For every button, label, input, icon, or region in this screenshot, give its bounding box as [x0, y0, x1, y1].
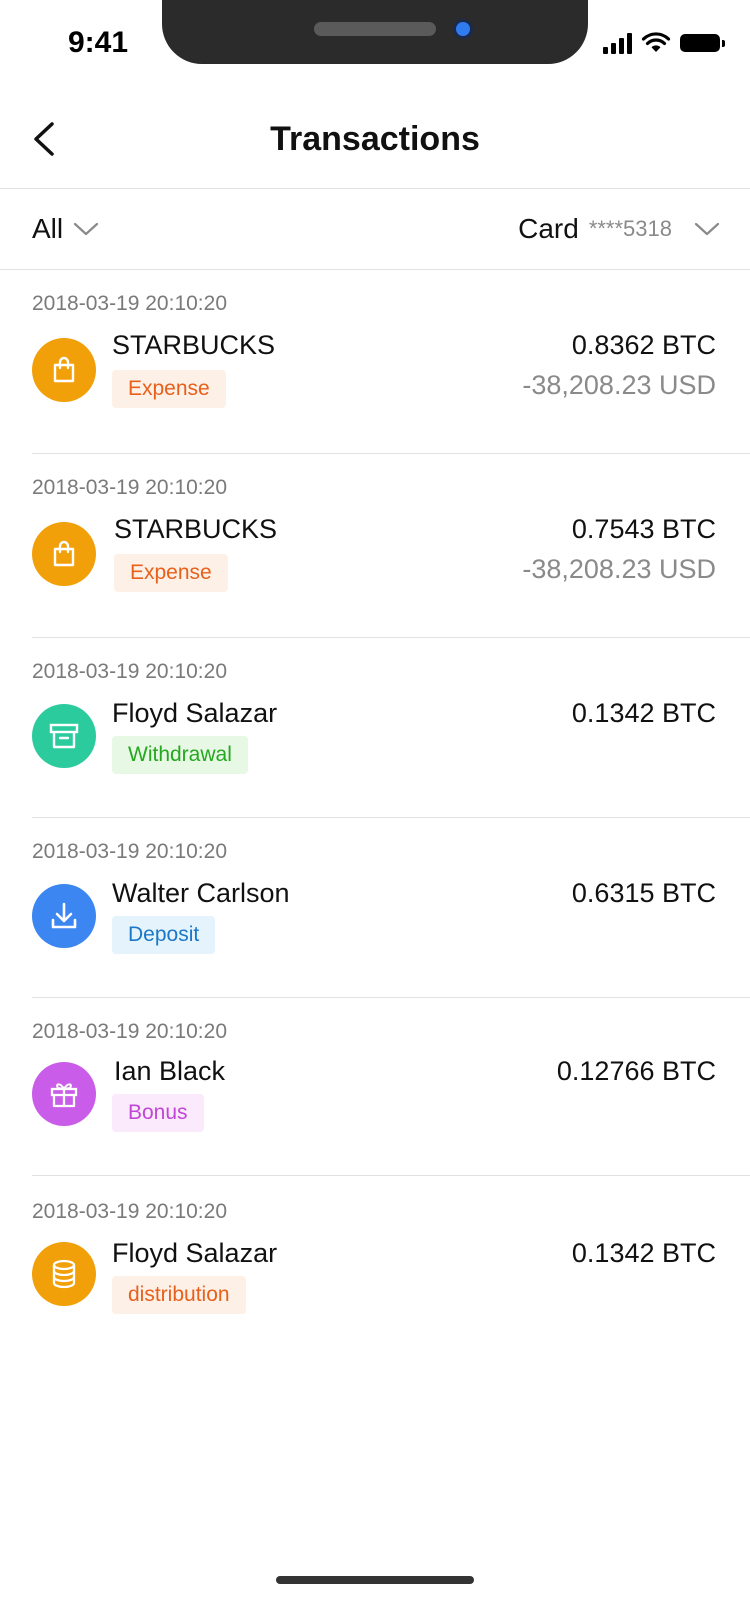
transaction-name: Floyd Salazar	[112, 698, 278, 728]
download-icon	[32, 884, 96, 948]
transaction-type-badge: Expense	[112, 370, 226, 408]
transaction-date: 2018-03-19 20:10:20	[32, 292, 227, 315]
speaker-grille	[314, 22, 436, 36]
battery-icon	[680, 34, 725, 52]
transaction-date: 2018-03-19 20:10:20	[32, 660, 227, 683]
filter-bar: All Card ****5318	[0, 189, 750, 270]
transaction-date: 2018-03-19 20:10:20	[32, 840, 227, 863]
front-camera	[456, 22, 470, 36]
type-filter-label: All	[32, 213, 64, 244]
signal-icon	[603, 32, 632, 54]
usd-amount: -38,208.23 USD	[522, 554, 716, 584]
card-number: ****5318	[588, 216, 672, 241]
shopping-bag-icon	[32, 338, 96, 402]
btc-amount: 0.7543 BTC	[571, 514, 716, 544]
shopping-bag-icon	[32, 522, 96, 586]
btc-amount: 0.1342 BTC	[571, 1238, 716, 1268]
transaction-name: STARBUCKS	[112, 330, 276, 360]
gift-icon	[32, 1062, 96, 1126]
page-title: Transactions	[270, 120, 480, 158]
btc-amount: 0.12766 BTC	[556, 1056, 716, 1086]
transaction-date: 2018-03-19 20:10:20	[32, 1020, 227, 1043]
btc-amount: 0.8362 BTC	[571, 330, 716, 360]
chevron-down-icon	[694, 222, 720, 236]
transaction-date: 2018-03-19 20:10:20	[32, 1200, 227, 1223]
transaction-type-badge: Bonus	[112, 1094, 204, 1132]
chevron-down-icon	[74, 222, 99, 236]
device-notch	[162, 0, 588, 64]
transaction-type-badge: Expense	[114, 554, 228, 592]
transaction-name: STARBUCKS	[114, 514, 278, 544]
transaction-type-badge: Withdrawal	[112, 736, 248, 774]
transaction-name: Ian Black	[114, 1056, 226, 1086]
home-indicator[interactable]	[276, 1576, 474, 1584]
card-filter-label: Card	[518, 213, 579, 244]
transaction-type-badge: distribution	[112, 1276, 246, 1314]
transaction-type-badge: Deposit	[112, 916, 216, 954]
usd-amount: -38,208.23 USD	[522, 370, 716, 400]
btc-amount: 0.6315 BTC	[571, 878, 716, 908]
archive-box-icon	[32, 704, 96, 768]
transaction-list: 2018-03-19 20:10:20 STARBUCKS Expense 0.…	[0, 270, 750, 1346]
card-filter-dropdown[interactable]: Card ****5318	[518, 213, 720, 245]
type-filter-dropdown[interactable]: All	[32, 213, 99, 245]
transaction-row[interactable]: 2018-03-19 20:10:20 Floyd Salazar distri…	[32, 1176, 750, 1346]
transaction-date: 2018-03-19 20:10:20	[32, 476, 227, 499]
status-bar: 9:41	[0, 0, 750, 90]
transaction-row[interactable]: 2018-03-19 20:10:20 STARBUCKS Expense 0.…	[32, 454, 750, 638]
transaction-row[interactable]: 2018-03-19 20:10:20 STARBUCKS Expense 0.…	[32, 270, 750, 454]
nav-bar: Transactions	[0, 90, 750, 189]
transaction-name: Walter Carlson	[112, 878, 290, 908]
status-icons	[603, 30, 725, 56]
transaction-name: Floyd Salazar	[112, 1238, 278, 1268]
status-time: 9:41	[68, 26, 129, 59]
btc-amount: 0.1342 BTC	[571, 698, 716, 728]
wifi-icon	[641, 32, 671, 52]
transaction-row[interactable]: 2018-03-19 20:10:20 Walter Carlson Depos…	[32, 818, 750, 998]
transaction-row[interactable]: 2018-03-19 20:10:20 Ian Black Bonus 0.12…	[32, 998, 750, 1176]
database-icon	[32, 1242, 96, 1306]
transaction-row[interactable]: 2018-03-19 20:10:20 Floyd Salazar Withdr…	[32, 638, 750, 818]
